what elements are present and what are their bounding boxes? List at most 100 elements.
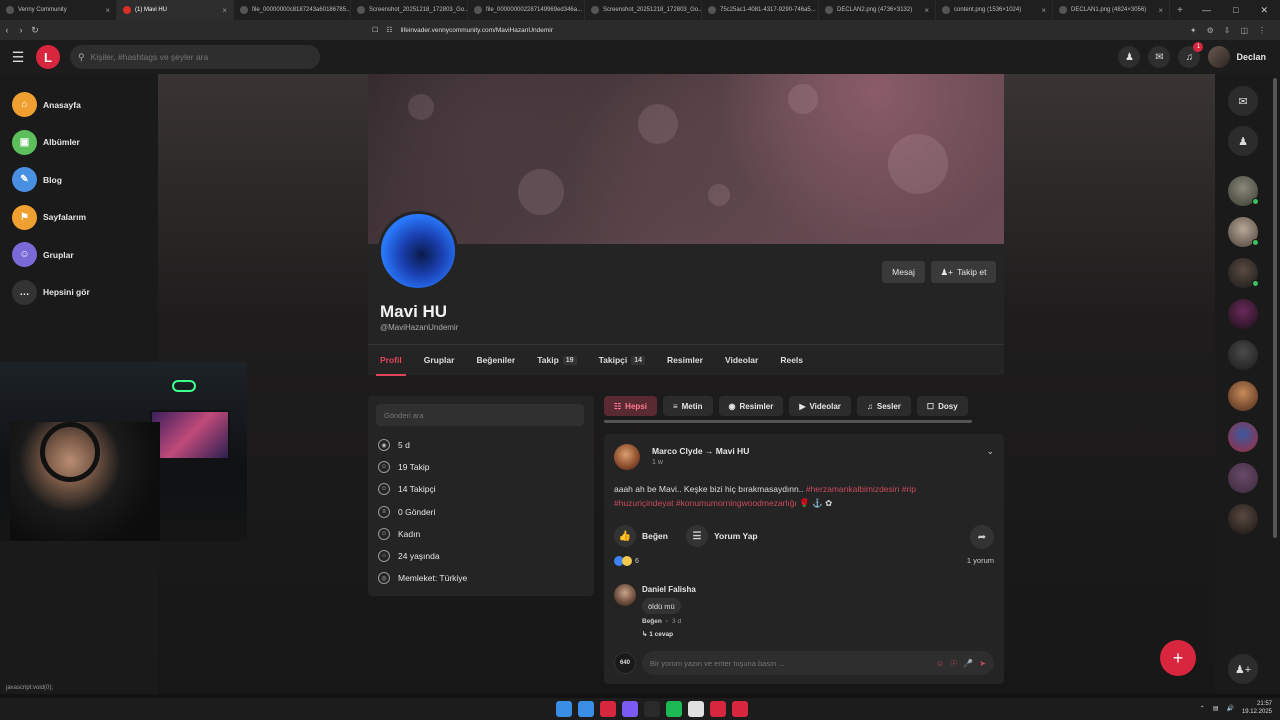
search-input[interactable] <box>90 52 301 62</box>
contact-avatar[interactable] <box>1228 299 1258 329</box>
sidebar-item-albums[interactable]: ▣ Albümler <box>0 124 158 162</box>
message-button[interactable]: Mesaj <box>882 261 925 283</box>
sidebar-item-flag[interactable]: ⚑ Sayfalarım <box>0 199 158 237</box>
url-field[interactable]: ☐ ☷ lifeinvader.vennycommunity.com/MaviH… <box>372 23 892 37</box>
url-text[interactable]: lifeinvader.vennycommunity.com/MaviHazan… <box>401 27 553 34</box>
filter-chip[interactable]: ▶ Videolar <box>789 396 851 416</box>
taskbar-app-icon[interactable] <box>732 701 748 717</box>
page-scrollbar[interactable] <box>1270 74 1280 694</box>
sidebar-item-more[interactable]: … Hepsini gör <box>0 274 158 312</box>
close-tab-icon[interactable]: × <box>1041 6 1046 15</box>
profile-tab[interactable]: Profil <box>376 345 406 376</box>
post-hashtags-1[interactable]: #herzamankalbimizdesin #rip <box>806 484 916 494</box>
comment-input[interactable] <box>650 658 920 668</box>
microphone-icon[interactable]: 🎤 <box>963 659 973 668</box>
browser-tab[interactable]: 75c25ac1-4081-4317-9290-746a5...× <box>702 0 819 20</box>
puzzle-icon[interactable]: ⚙ <box>1207 26 1214 35</box>
filter-chip[interactable]: ≡ Metin <box>662 396 713 416</box>
share-icon[interactable]: ➦ <box>970 525 994 549</box>
bookmark-icon[interactable]: ☐ <box>372 26 378 34</box>
profile-tab[interactable]: Takipçi 14 <box>599 345 646 376</box>
search-bar[interactable]: ⚲ <box>70 45 320 69</box>
comment-count[interactable]: 1 yorum <box>967 556 994 565</box>
sidebar-toggle-icon[interactable]: ◫ <box>1240 26 1248 35</box>
taskbar-app-icon[interactable] <box>710 701 726 717</box>
post-author-name[interactable]: Marco Clyde <box>652 446 703 456</box>
taskbar-app-icon[interactable] <box>578 701 594 717</box>
gif-icon[interactable]: ☉ <box>950 659 957 668</box>
emoji-icon[interactable]: ☺ <box>936 659 944 668</box>
post-author-avatar[interactable] <box>614 444 640 470</box>
chevron-down-icon[interactable]: ⌄ <box>986 446 994 457</box>
sidebar-item-groups[interactable]: ☺ Gruplar <box>0 236 158 274</box>
taskbar-app-icon[interactable] <box>666 701 682 717</box>
close-tab-icon[interactable]: × <box>924 6 929 15</box>
back-icon[interactable]: ‹ <box>0 25 14 35</box>
contact-avatar[interactable] <box>1228 463 1258 493</box>
taskbar-app-icon[interactable] <box>600 701 616 717</box>
browser-tab[interactable]: DECLAN2.png (4736×3132) × <box>819 0 936 20</box>
minimize-icon[interactable]: — <box>1202 5 1211 16</box>
post-hashtags-2[interactable]: #huzuriçindeyat #konumumorningwoodmezarl… <box>614 498 797 508</box>
filter-chip[interactable]: ◉ Resimler <box>718 396 784 416</box>
reload-icon[interactable]: ↻ <box>28 25 42 36</box>
close-tab-icon[interactable]: × <box>1158 6 1163 15</box>
taskbar-app-icon[interactable] <box>622 701 638 717</box>
close-tab-icon[interactable]: × <box>105 6 110 15</box>
contact-avatar[interactable] <box>1228 504 1258 534</box>
browser-tab[interactable]: Screenshot_20251218_172803_Go...× <box>351 0 468 20</box>
view-replies-link[interactable]: ↳ 1 cevap <box>642 630 673 638</box>
browser-tab[interactable]: Screenshot_20251218_172803_Go...× <box>585 0 702 20</box>
taskbar-app-icon[interactable] <box>644 701 660 717</box>
browser-tab[interactable]: (1) Mavi HU × <box>117 0 234 20</box>
site-info-icon[interactable]: ☷ <box>386 26 392 34</box>
post-search-input[interactable] <box>376 404 584 426</box>
network-icon[interactable]: ▤ <box>1213 705 1219 712</box>
browser-tab[interactable]: file_000000002287149969ed346a...× <box>468 0 585 20</box>
browser-tab[interactable]: file_00000000c8187243a60186785...× <box>234 0 351 20</box>
comment-input-box[interactable]: ☺ ☉ 🎤 ➤ <box>642 651 994 675</box>
scrollbar-thumb[interactable] <box>1273 78 1277 538</box>
filter-chip[interactable]: ♫ Sesler <box>856 396 911 416</box>
profile-tab[interactable]: Gruplar <box>424 345 455 376</box>
site-logo[interactable]: L <box>36 45 60 69</box>
contact-avatar[interactable] <box>1228 176 1259 206</box>
contact-avatar[interactable] <box>1228 340 1258 370</box>
notifications-bell-icon[interactable]: ♫ 1 <box>1178 42 1204 68</box>
profile-avatar[interactable] <box>378 211 458 291</box>
close-tab-icon[interactable]: × <box>222 6 227 15</box>
group-add-icon[interactable]: ♟ <box>1228 126 1258 156</box>
profile-tab[interactable]: Reels <box>780 345 803 376</box>
post-target-name[interactable]: Mavi HU <box>716 446 750 456</box>
browser-tab[interactable]: Venny Community × <box>0 0 117 20</box>
filter-chip[interactable]: ☷ Hepsi <box>604 396 657 416</box>
close-window-icon[interactable]: ✕ <box>1260 5 1268 16</box>
windows-start-icon[interactable] <box>556 701 572 717</box>
comment-like-link[interactable]: Beğen <box>642 618 662 625</box>
profile-tab[interactable]: Videolar <box>725 345 758 376</box>
tray-chevron-icon[interactable]: ⌃ <box>1200 705 1205 712</box>
send-icon[interactable]: ➤ <box>979 659 986 668</box>
volume-icon[interactable]: 🔊 <box>1226 705 1233 712</box>
browser-tab[interactable]: DECLAN1.png (4824×3056) × <box>1053 0 1170 20</box>
contact-avatar[interactable] <box>1228 258 1259 288</box>
filter-chip[interactable]: ☐ Dosy <box>916 396 968 416</box>
maximize-icon[interactable]: □ <box>1233 5 1238 16</box>
comment-author[interactable]: Daniel Falisha <box>642 585 696 594</box>
like-button[interactable]: 👍 Beğen <box>614 525 668 547</box>
friends-icon[interactable]: ♟ <box>1118 46 1141 68</box>
create-post-button[interactable]: + <box>1160 640 1196 676</box>
sidebar-item-home[interactable]: ⌂ Anasayfa <box>0 86 158 124</box>
reaction-summary[interactable]: 6 <box>614 556 639 566</box>
follow-button[interactable]: ♟+ Takip et <box>931 261 996 283</box>
profile-tab[interactable]: Beğeniler <box>476 345 515 376</box>
new-tab-icon[interactable]: + <box>1170 5 1190 16</box>
forward-icon[interactable]: › <box>14 25 28 35</box>
hamburger-menu-icon[interactable]: ☰ <box>0 49 36 66</box>
contact-avatar[interactable] <box>1228 217 1259 247</box>
filter-scrollbar[interactable] <box>604 420 972 423</box>
menu-icon[interactable]: ⋮ <box>1258 26 1266 35</box>
messages-icon[interactable]: ✉ <box>1148 46 1171 68</box>
extension-icon[interactable]: ✦ <box>1190 26 1197 35</box>
sidebar-item-blog[interactable]: ✎ Blog <box>0 161 158 199</box>
